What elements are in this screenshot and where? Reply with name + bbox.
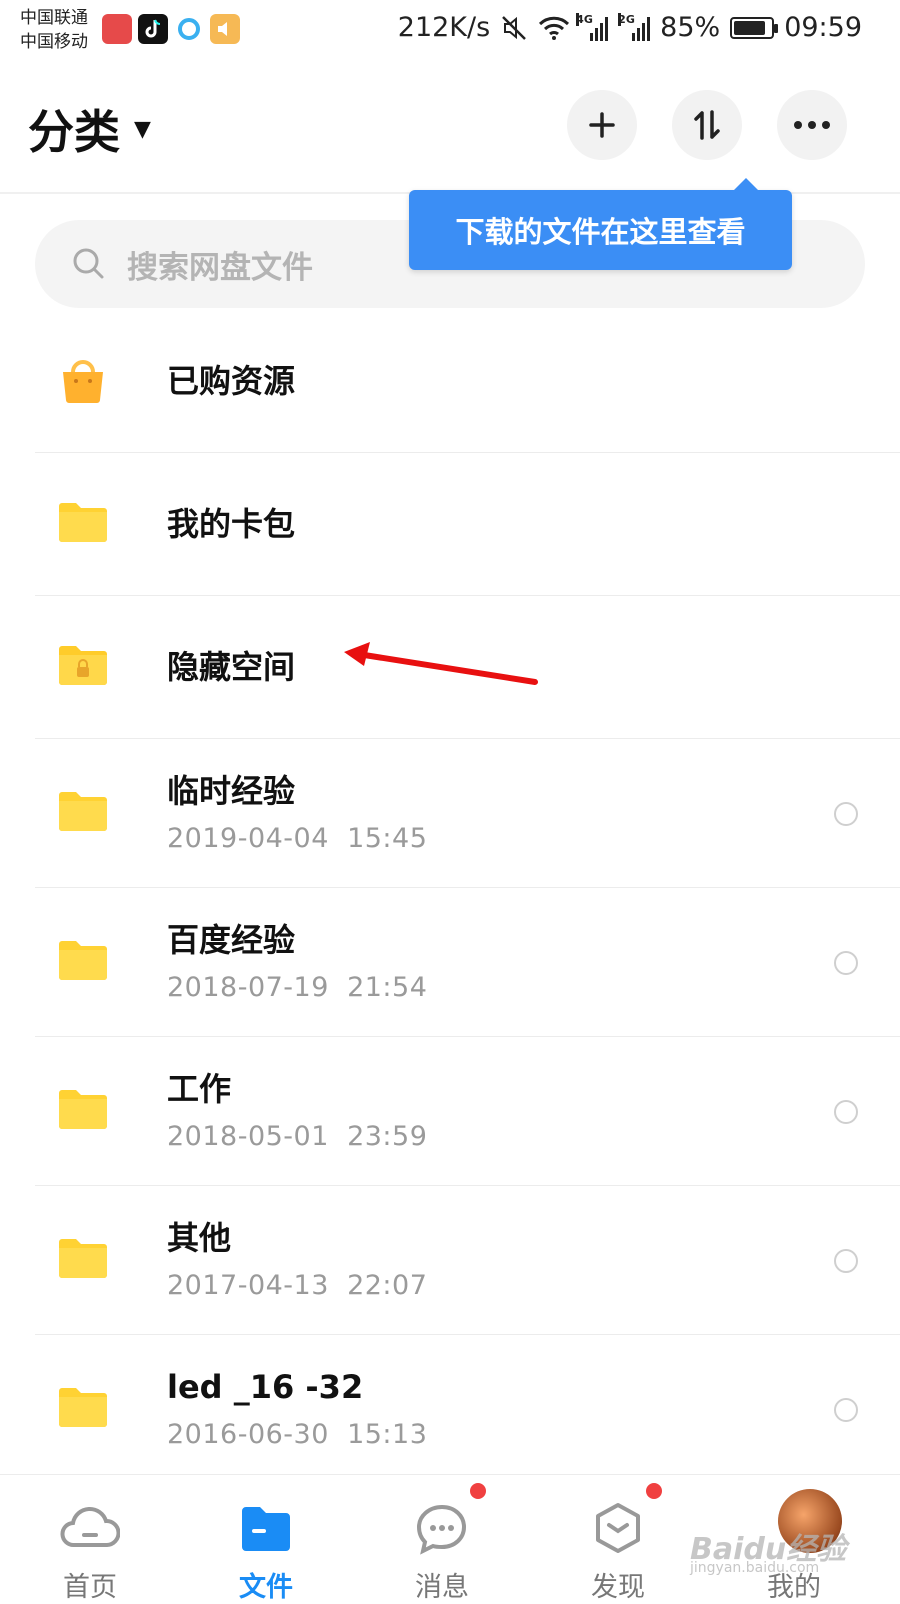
folder-icon [59, 1388, 107, 1427]
item-date: 2017-04-13 22:07 [167, 1270, 428, 1301]
locked-folder-icon [59, 646, 107, 685]
folder-list: 已购资源 我的卡包 隐藏空间 临时经验 2019-04-04 15:45 百度经… [0, 310, 900, 1484]
annotation-arrow [344, 642, 538, 685]
item-name: led _16 -32 [167, 1368, 364, 1406]
list-item-card-wallet[interactable]: 我的卡包 [35, 453, 900, 596]
signal-4g-icon: 4G [576, 12, 609, 41]
signal-2g-icon: 2G [618, 12, 651, 41]
carrier-info: 中国联通 中国移动 [20, 6, 88, 54]
folder-icon [59, 941, 107, 980]
item-name: 隐藏空间 [167, 648, 296, 686]
sound-app-icon [210, 14, 240, 44]
transfer-button[interactable] [672, 90, 742, 160]
item-name: 百度经验 [167, 921, 296, 959]
message-badge [470, 1483, 486, 1499]
stock-app-icon [102, 14, 132, 44]
folder-icon [59, 503, 107, 542]
select-radio[interactable] [834, 1398, 858, 1422]
item-date: 2018-05-01 23:59 [167, 1121, 428, 1152]
transfer-icon [694, 110, 720, 140]
cloud-icon [60, 1506, 120, 1547]
item-date: 2018-07-19 21:54 [167, 972, 428, 1003]
list-item-folder[interactable]: 百度经验 2018-07-19 21:54 [35, 888, 900, 1037]
status-bar: 中国联通 中国移动 212K/s 4G 2G 85% 09:59 [0, 0, 900, 62]
more-button[interactable] [777, 90, 847, 160]
browser-app-icon [174, 14, 204, 44]
wifi-icon [539, 16, 570, 40]
tab-label: 消息 [415, 1572, 469, 1603]
caret-down-icon: ▼ [134, 116, 151, 142]
list-item-folder[interactable]: 临时经验 2019-04-04 15:45 [35, 739, 900, 888]
watermark-url: jingyan.baidu.com [690, 1560, 820, 1576]
search-input[interactable]: 搜索网盘文件 [127, 242, 313, 287]
tab-label: 首页 [63, 1572, 117, 1603]
category-dropdown[interactable]: 分类 ▼ [28, 96, 151, 162]
item-name: 临时经验 [167, 772, 296, 810]
header: 分类 ▼ [0, 62, 900, 194]
tab-messages[interactable]: 消息 [352, 1475, 532, 1603]
list-item-folder[interactable]: led _16 -32 2016-06-30 15:13 [35, 1335, 900, 1484]
carrier-1: 中国联通 [20, 8, 88, 28]
shopping-bag-icon [63, 360, 103, 403]
file-folder-icon [242, 1507, 290, 1551]
search-icon [73, 248, 104, 279]
battery-icon [730, 16, 779, 39]
select-radio[interactable] [834, 1249, 858, 1273]
tab-label: 文件 [239, 1572, 293, 1603]
list-item-purchased[interactable]: 已购资源 [35, 310, 900, 453]
select-radio[interactable] [834, 951, 858, 975]
tab-label: 发现 [591, 1572, 645, 1603]
item-date: 2019-04-04 15:45 [167, 823, 428, 854]
item-name: 其他 [167, 1219, 232, 1257]
add-button[interactable] [567, 90, 637, 160]
carrier-2: 中国移动 [20, 32, 88, 52]
tab-home[interactable]: 首页 [0, 1475, 180, 1603]
select-radio[interactable] [834, 1100, 858, 1124]
tab-files[interactable]: 文件 [176, 1475, 356, 1603]
battery-percent: 85% [660, 12, 721, 43]
more-icon [794, 121, 830, 129]
plus-icon [589, 112, 615, 138]
cube-icon [596, 1503, 640, 1553]
status-right: 212K/s 4G 2G 85% 09:59 [398, 12, 862, 43]
tooltip-text: 下载的文件在这里查看 [455, 215, 746, 249]
chat-icon [416, 1504, 467, 1555]
net-speed: 212K/s [397, 12, 491, 43]
status-app-icons [102, 14, 240, 44]
folder-icon [59, 1090, 107, 1129]
download-tooltip[interactable]: 下载的文件在这里查看 [409, 178, 792, 270]
tiktok-icon [138, 14, 168, 44]
select-radio[interactable] [834, 802, 858, 826]
mute-icon [502, 15, 527, 40]
folder-icon [59, 1239, 107, 1278]
page-title: 分类 [28, 105, 120, 159]
clock: 09:59 [784, 12, 862, 43]
folder-icon [59, 792, 107, 831]
item-date: 2016-06-30 15:13 [167, 1419, 428, 1450]
list-item-folder[interactable]: 工作 2018-05-01 23:59 [35, 1037, 900, 1186]
item-name: 工作 [167, 1070, 232, 1108]
item-name: 我的卡包 [167, 505, 296, 543]
list-item-folder[interactable]: 其他 2017-04-13 22:07 [35, 1186, 900, 1335]
item-name: 已购资源 [167, 362, 296, 400]
tab-discover[interactable]: 发现 [528, 1475, 708, 1603]
discover-badge [646, 1483, 662, 1499]
